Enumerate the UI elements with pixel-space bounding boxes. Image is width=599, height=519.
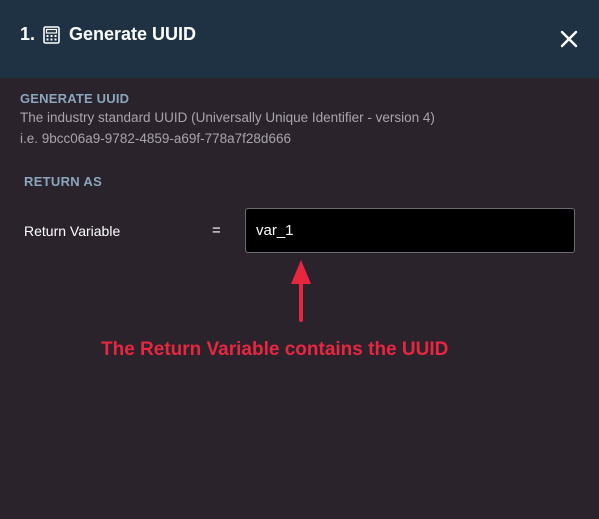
dialog-title: 1. Generate UUID — [20, 24, 196, 45]
equals-sign: = — [212, 222, 221, 239]
dialog-header: 1. Generate UUID — [0, 0, 599, 78]
step-number: 1. — [20, 24, 36, 44]
return-variable-input[interactable] — [245, 208, 575, 253]
close-icon[interactable] — [558, 28, 580, 50]
return-as-section-title: RETURN AS — [24, 174, 103, 189]
example-uuid-text: i.e. 9bcc06a9-9782-4859-a69f-778a7f28d66… — [20, 131, 291, 146]
generate-uuid-section-title: GENERATE UUID — [20, 91, 130, 106]
annotation-text: The Return Variable contains the UUID — [101, 339, 449, 360]
return-variable-label: Return Variable — [24, 223, 121, 239]
annotation-arrow-icon — [288, 258, 314, 322]
calculator-icon — [43, 25, 60, 44]
description-text: The industry standard UUID (Universally … — [20, 110, 435, 125]
dialog-title-text: Generate UUID — [69, 24, 197, 44]
